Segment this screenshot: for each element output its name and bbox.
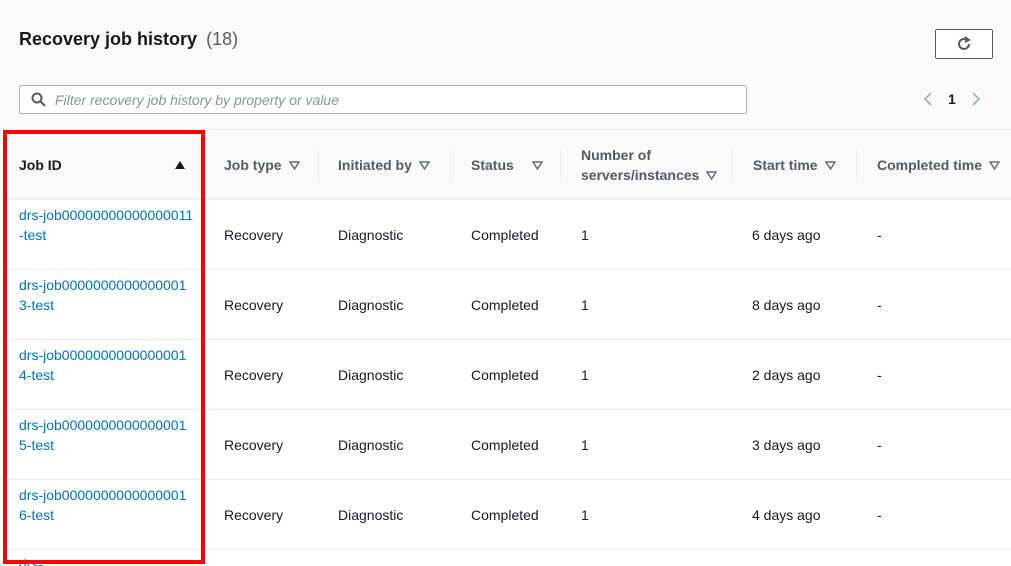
pagination: 1 bbox=[918, 89, 986, 109]
servers-cell: 1 bbox=[581, 437, 589, 453]
recovery-job-history-panel: Recovery job history (18) 1 bbox=[0, 0, 1011, 566]
panel-title: Recovery job history bbox=[19, 29, 198, 49]
sort-icon bbox=[706, 170, 718, 180]
status-cell: Completed bbox=[471, 227, 539, 243]
column-label: Initiated by bbox=[338, 157, 412, 173]
sort-ascending-icon bbox=[174, 160, 186, 170]
start-time-cell: 4 days ago bbox=[752, 507, 821, 523]
table-row: drs-job00000000000000014-test Recovery D… bbox=[0, 340, 1011, 410]
column-header-status[interactable]: Status bbox=[471, 130, 543, 200]
column-label: Job type bbox=[224, 157, 282, 173]
filter-search-box[interactable] bbox=[19, 85, 747, 114]
column-label: Completed time bbox=[877, 157, 983, 173]
job-type-cell: Recovery bbox=[224, 507, 284, 523]
panel-header: Recovery job history (18) bbox=[19, 29, 238, 50]
column-label: Number of servers/instances bbox=[581, 145, 718, 185]
chevron-left-icon bbox=[923, 92, 932, 106]
job-type-cell: Recovery bbox=[224, 437, 284, 453]
servers-cell: 1 bbox=[581, 367, 589, 383]
table-row: drs-job00000000000000011-test Recovery D… bbox=[0, 200, 1011, 270]
column-label-text: servers/instances bbox=[581, 167, 700, 183]
partial-row-job-id[interactable]: drs- bbox=[19, 554, 43, 566]
column-label: Job ID bbox=[19, 157, 62, 173]
column-header-start-time[interactable]: Start time bbox=[753, 130, 836, 200]
completed-time-cell: - bbox=[877, 507, 882, 523]
refresh-icon bbox=[958, 36, 971, 50]
start-time-cell: 8 days ago bbox=[752, 297, 821, 313]
column-header-job-type[interactable]: Job type bbox=[224, 130, 300, 200]
initiated-by-cell: Diagnostic bbox=[338, 297, 404, 313]
column-header-number-of-servers[interactable]: Number of servers/instances bbox=[581, 130, 718, 200]
sort-icon bbox=[418, 160, 430, 170]
job-type-cell: Recovery bbox=[224, 367, 284, 383]
column-label-line-2: servers/instances bbox=[581, 165, 718, 185]
column-divider[interactable] bbox=[732, 148, 733, 182]
column-header-initiated-by[interactable]: Initiated by bbox=[338, 130, 430, 200]
start-time-cell: 6 days ago bbox=[752, 227, 821, 243]
completed-time-cell: - bbox=[877, 297, 882, 313]
status-cell: Completed bbox=[471, 507, 539, 523]
current-page-number[interactable]: 1 bbox=[948, 91, 956, 107]
column-divider[interactable] bbox=[450, 148, 451, 182]
table-row: drs-job00000000000000015-test Recovery D… bbox=[0, 410, 1011, 480]
status-cell: Completed bbox=[471, 367, 539, 383]
table-row: drs-job00000000000000016-test Recovery D… bbox=[0, 480, 1011, 550]
servers-cell: 1 bbox=[581, 507, 589, 523]
job-id-link[interactable]: drs-job00000000000000013-test bbox=[19, 275, 194, 315]
job-type-cell: Recovery bbox=[224, 297, 284, 313]
column-label: Start time bbox=[753, 157, 818, 173]
column-divider[interactable] bbox=[560, 148, 561, 182]
table-header: Job ID Job type Initiated by Status Numb… bbox=[0, 130, 1011, 200]
start-time-cell: 2 days ago bbox=[752, 367, 821, 383]
status-cell: Completed bbox=[471, 437, 539, 453]
servers-cell: 1 bbox=[581, 297, 589, 313]
sort-icon bbox=[531, 160, 543, 170]
column-header-completed-time[interactable]: Completed time bbox=[877, 130, 1001, 200]
job-id-link[interactable]: drs-job00000000000000011-test bbox=[19, 205, 194, 245]
job-id-link[interactable]: drs-job00000000000000016-test bbox=[19, 485, 194, 525]
job-id-link[interactable]: drs-job00000000000000015-test bbox=[19, 415, 194, 455]
initiated-by-cell: Diagnostic bbox=[338, 367, 404, 383]
initiated-by-cell: Diagnostic bbox=[338, 507, 404, 523]
initiated-by-cell: Diagnostic bbox=[338, 227, 404, 243]
completed-time-cell: - bbox=[877, 437, 882, 453]
column-label: Status bbox=[471, 157, 514, 173]
job-count: (18) bbox=[206, 29, 239, 49]
column-divider[interactable] bbox=[318, 148, 319, 182]
status-cell: Completed bbox=[471, 297, 539, 313]
sort-icon bbox=[288, 160, 300, 170]
refresh-button[interactable] bbox=[935, 29, 993, 59]
chevron-right-icon bbox=[972, 92, 981, 106]
column-header-job-id[interactable]: Job ID bbox=[19, 130, 189, 200]
initiated-by-cell: Diagnostic bbox=[338, 437, 404, 453]
completed-time-cell: - bbox=[877, 367, 882, 383]
column-divider[interactable] bbox=[856, 148, 857, 182]
sort-icon bbox=[989, 160, 1001, 170]
start-time-cell: 3 days ago bbox=[752, 437, 821, 453]
servers-cell: 1 bbox=[581, 227, 589, 243]
column-label-line-1: Number of bbox=[581, 147, 651, 163]
search-icon bbox=[31, 92, 46, 107]
job-id-link[interactable]: drs-job00000000000000014-test bbox=[19, 345, 194, 385]
job-type-cell: Recovery bbox=[224, 227, 284, 243]
table-row: drs-job00000000000000013-test Recovery D… bbox=[0, 270, 1011, 340]
completed-time-cell: - bbox=[877, 227, 882, 243]
next-page-button[interactable] bbox=[966, 89, 986, 109]
job-history-table: Job ID Job type Initiated by Status Numb… bbox=[0, 129, 1011, 566]
search-input[interactable] bbox=[55, 91, 746, 108]
previous-page-button[interactable] bbox=[918, 89, 938, 109]
sort-icon bbox=[824, 160, 836, 170]
